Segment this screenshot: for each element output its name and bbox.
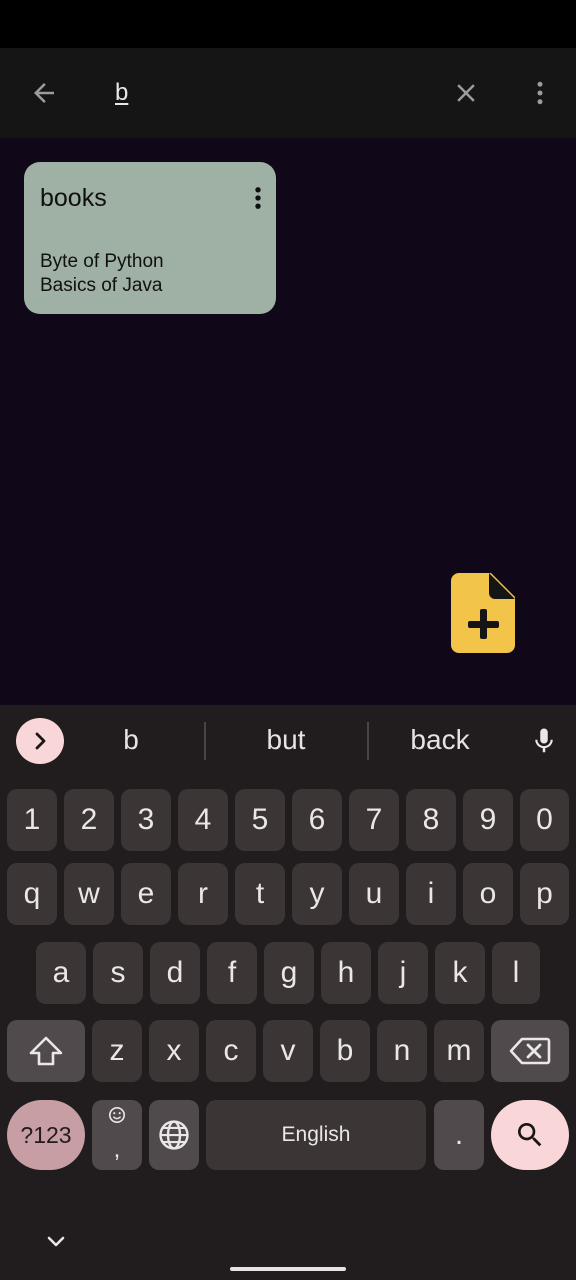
suggestion-word[interactable]: but <box>226 724 346 756</box>
key-j[interactable]: j <box>378 942 428 1004</box>
key-r[interactable]: r <box>178 863 228 925</box>
globe-icon <box>159 1120 189 1150</box>
search-input[interactable]: b <box>115 79 128 107</box>
key-5[interactable]: 5 <box>235 789 285 851</box>
suggestion-strip: b but back <box>0 705 576 777</box>
more-vert-icon <box>537 81 543 105</box>
search-key[interactable] <box>491 1100 569 1170</box>
notes-list: books Byte of Python Basics of Java <box>0 138 576 705</box>
key-9[interactable]: 9 <box>463 789 513 851</box>
toolbar-expand-button[interactable] <box>16 718 64 764</box>
emoji-comma-key[interactable]: , <box>92 1100 142 1170</box>
key-6[interactable]: 6 <box>292 789 342 851</box>
key-n[interactable]: n <box>377 1020 427 1082</box>
key-1[interactable]: 1 <box>7 789 57 851</box>
clear-search-button[interactable] <box>444 71 488 115</box>
key-3[interactable]: 3 <box>121 789 171 851</box>
key-b[interactable]: b <box>320 1020 370 1082</box>
space-key[interactable]: English <box>206 1100 426 1170</box>
divider <box>204 722 206 760</box>
key-a[interactable]: a <box>36 942 86 1004</box>
key-q[interactable]: q <box>7 863 57 925</box>
search-toolbar: b <box>0 48 576 138</box>
key-7[interactable]: 7 <box>349 789 399 851</box>
note-line: Basics of Java <box>40 275 163 296</box>
key-g[interactable]: g <box>264 942 314 1004</box>
search-icon <box>518 1123 542 1147</box>
key-f[interactable]: f <box>207 942 257 1004</box>
divider <box>367 722 369 760</box>
key-t[interactable]: t <box>235 863 285 925</box>
key-x[interactable]: x <box>149 1020 199 1082</box>
note-title: books <box>40 184 107 212</box>
back-button[interactable] <box>22 71 66 115</box>
key-8[interactable]: 8 <box>406 789 456 851</box>
key-o[interactable]: o <box>463 863 513 925</box>
key-2[interactable]: 2 <box>64 789 114 851</box>
key-d[interactable]: d <box>150 942 200 1004</box>
key-e[interactable]: e <box>121 863 171 925</box>
key-s[interactable]: s <box>93 942 143 1004</box>
note-options-button[interactable] <box>242 178 274 218</box>
comma-label: , <box>113 1136 121 1163</box>
key-m[interactable]: m <box>434 1020 484 1082</box>
period-key[interactable]: . <box>434 1100 484 1170</box>
arrow-left-icon <box>34 83 54 103</box>
gesture-handle[interactable] <box>230 1267 346 1271</box>
emoji-icon <box>108 1106 126 1124</box>
hide-keyboard-button[interactable] <box>40 1230 72 1254</box>
more-options-button[interactable] <box>518 71 562 115</box>
key-w[interactable]: w <box>64 863 114 925</box>
language-key[interactable] <box>149 1100 199 1170</box>
key-p[interactable]: p <box>520 863 569 925</box>
key-z[interactable]: z <box>92 1020 142 1082</box>
shift-key[interactable] <box>7 1020 85 1082</box>
close-icon <box>457 84 475 102</box>
key-4[interactable]: 4 <box>178 789 228 851</box>
key-i[interactable]: i <box>406 863 456 925</box>
suggestion-word[interactable]: back <box>386 724 494 756</box>
backspace-key[interactable] <box>491 1020 569 1082</box>
suggestion-word[interactable]: b <box>80 724 182 756</box>
mic-icon <box>535 728 553 753</box>
key-u[interactable]: u <box>349 863 399 925</box>
voice-input-button[interactable] <box>524 721 564 761</box>
note-line: Byte of Python <box>40 251 164 272</box>
symbols-key[interactable]: ?123 <box>7 1100 85 1170</box>
note-add-icon <box>451 573 515 653</box>
note-content: Byte of Python Basics of Java <box>40 250 164 298</box>
shift-icon <box>29 1036 63 1066</box>
note-card[interactable]: books Byte of Python Basics of Java <box>24 162 276 314</box>
key-l[interactable]: l <box>492 942 540 1004</box>
key-h[interactable]: h <box>321 942 371 1004</box>
chevron-right-icon <box>35 732 46 750</box>
key-y[interactable]: y <box>292 863 342 925</box>
backspace-icon <box>509 1037 551 1065</box>
add-note-button[interactable] <box>451 573 515 653</box>
status-bar <box>0 0 576 48</box>
key-v[interactable]: v <box>263 1020 313 1082</box>
keyboard: b but back 1 2 3 4 5 6 7 8 9 0 q w e r t… <box>0 705 576 1280</box>
key-c[interactable]: c <box>206 1020 256 1082</box>
key-k[interactable]: k <box>435 942 485 1004</box>
key-0[interactable]: 0 <box>520 789 569 851</box>
more-vert-icon <box>255 187 261 209</box>
chevron-down-icon <box>47 1236 65 1247</box>
